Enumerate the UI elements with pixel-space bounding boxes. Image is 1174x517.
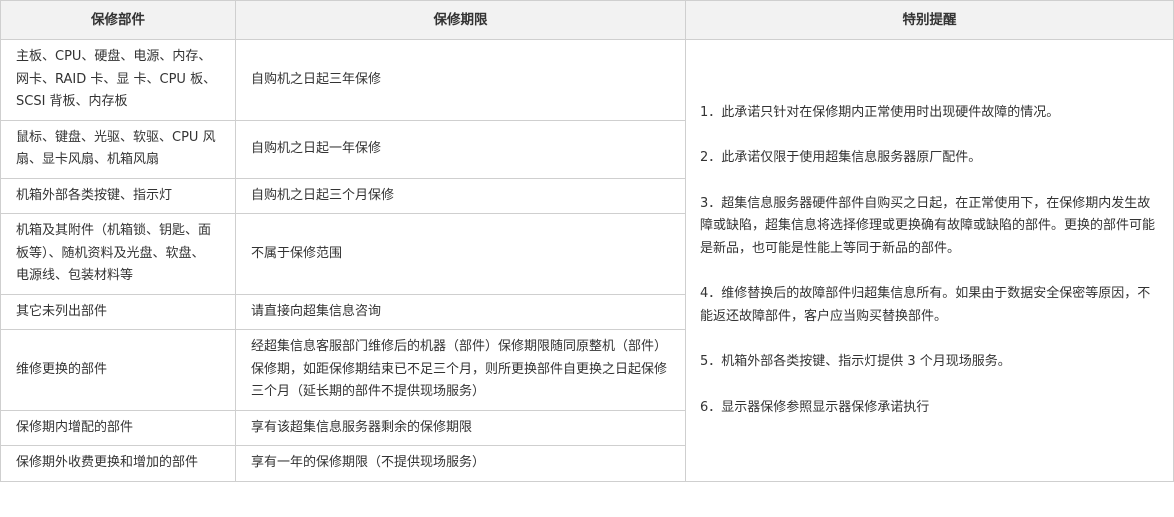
note-item: 6．显示器保修参照显示器保修承诺执行 bbox=[700, 399, 930, 415]
period-cell: 经超集信息客服部门维修后的机器（部件）保修期限随同原整机（部件）保修期，如距保修… bbox=[235, 329, 686, 411]
header-warranty-period: 保修期限 bbox=[235, 0, 686, 40]
note-item: 4．维修替换后的故障部件归超集信息所有。如果由于数据安全保密等原因，不能返还故障… bbox=[700, 286, 1151, 324]
part-cell: 保修期内增配的部件 bbox=[0, 409, 236, 446]
note-item: 3．超集信息服务器硬件部件自购买之日起，在正常使用下，在保修期内发生故障或缺陷，… bbox=[700, 195, 1156, 256]
part-cell: 保修期外收费更换和增加的部件 bbox=[0, 445, 236, 482]
part-cell: 其它未列出部件 bbox=[0, 293, 236, 330]
part-cell: 机箱外部各类按键、指示灯 bbox=[0, 177, 236, 214]
table-header-row: 保修部件 保修期限 特别提醒 bbox=[0, 0, 1174, 40]
part-cell: 机箱及其附件（机箱锁、钥匙、面板等）、随机资料及光盘、软盘、电源线、包装材料等 bbox=[0, 213, 236, 295]
period-cell: 不属于保修范围 bbox=[235, 213, 686, 295]
note-item: 5．机箱外部各类按键、指示灯提供 3 个月现场服务。 bbox=[700, 354, 1011, 369]
period-cell: 自购机之日起一年保修 bbox=[235, 119, 686, 179]
period-cell: 享有该超集信息服务器剩余的保修期限 bbox=[235, 409, 686, 446]
header-warranty-part: 保修部件 bbox=[0, 0, 236, 40]
period-cell: 自购机之日起三年保修 bbox=[235, 39, 686, 121]
part-cell: 鼠标、键盘、光驱、软驱、CPU 风扇、显卡风扇、机箱风扇 bbox=[0, 119, 236, 179]
note-item: 1．此承诺只针对在保修期内正常使用时出现硬件故障的情况。 bbox=[700, 104, 1060, 120]
part-cell: 维修更换的部件 bbox=[0, 329, 236, 411]
warranty-table: 保修部件 保修期限 特别提醒 主板、CPU、硬盘、电源、内存、网卡、RAID 卡… bbox=[0, 0, 1174, 482]
period-cell: 自购机之日起三个月保修 bbox=[235, 177, 686, 214]
part-cell: 主板、CPU、硬盘、电源、内存、网卡、RAID 卡、显 卡、CPU 板、SCSI… bbox=[0, 39, 236, 121]
header-special-notes: 特别提醒 bbox=[685, 0, 1174, 40]
period-cell: 享有一年的保修期限（不提供现场服务） bbox=[235, 445, 686, 482]
special-notes-cell: 1．此承诺只针对在保修期内正常使用时出现硬件故障的情况。 2．此承诺仅限于使用超… bbox=[685, 39, 1174, 482]
note-item: 2．此承诺仅限于使用超集信息服务器原厂配件。 bbox=[700, 150, 982, 165]
table-row: 主板、CPU、硬盘、电源、内存、网卡、RAID 卡、显 卡、CPU 板、SCSI… bbox=[0, 39, 1174, 482]
period-cell: 请直接向超集信息咨询 bbox=[235, 293, 686, 330]
